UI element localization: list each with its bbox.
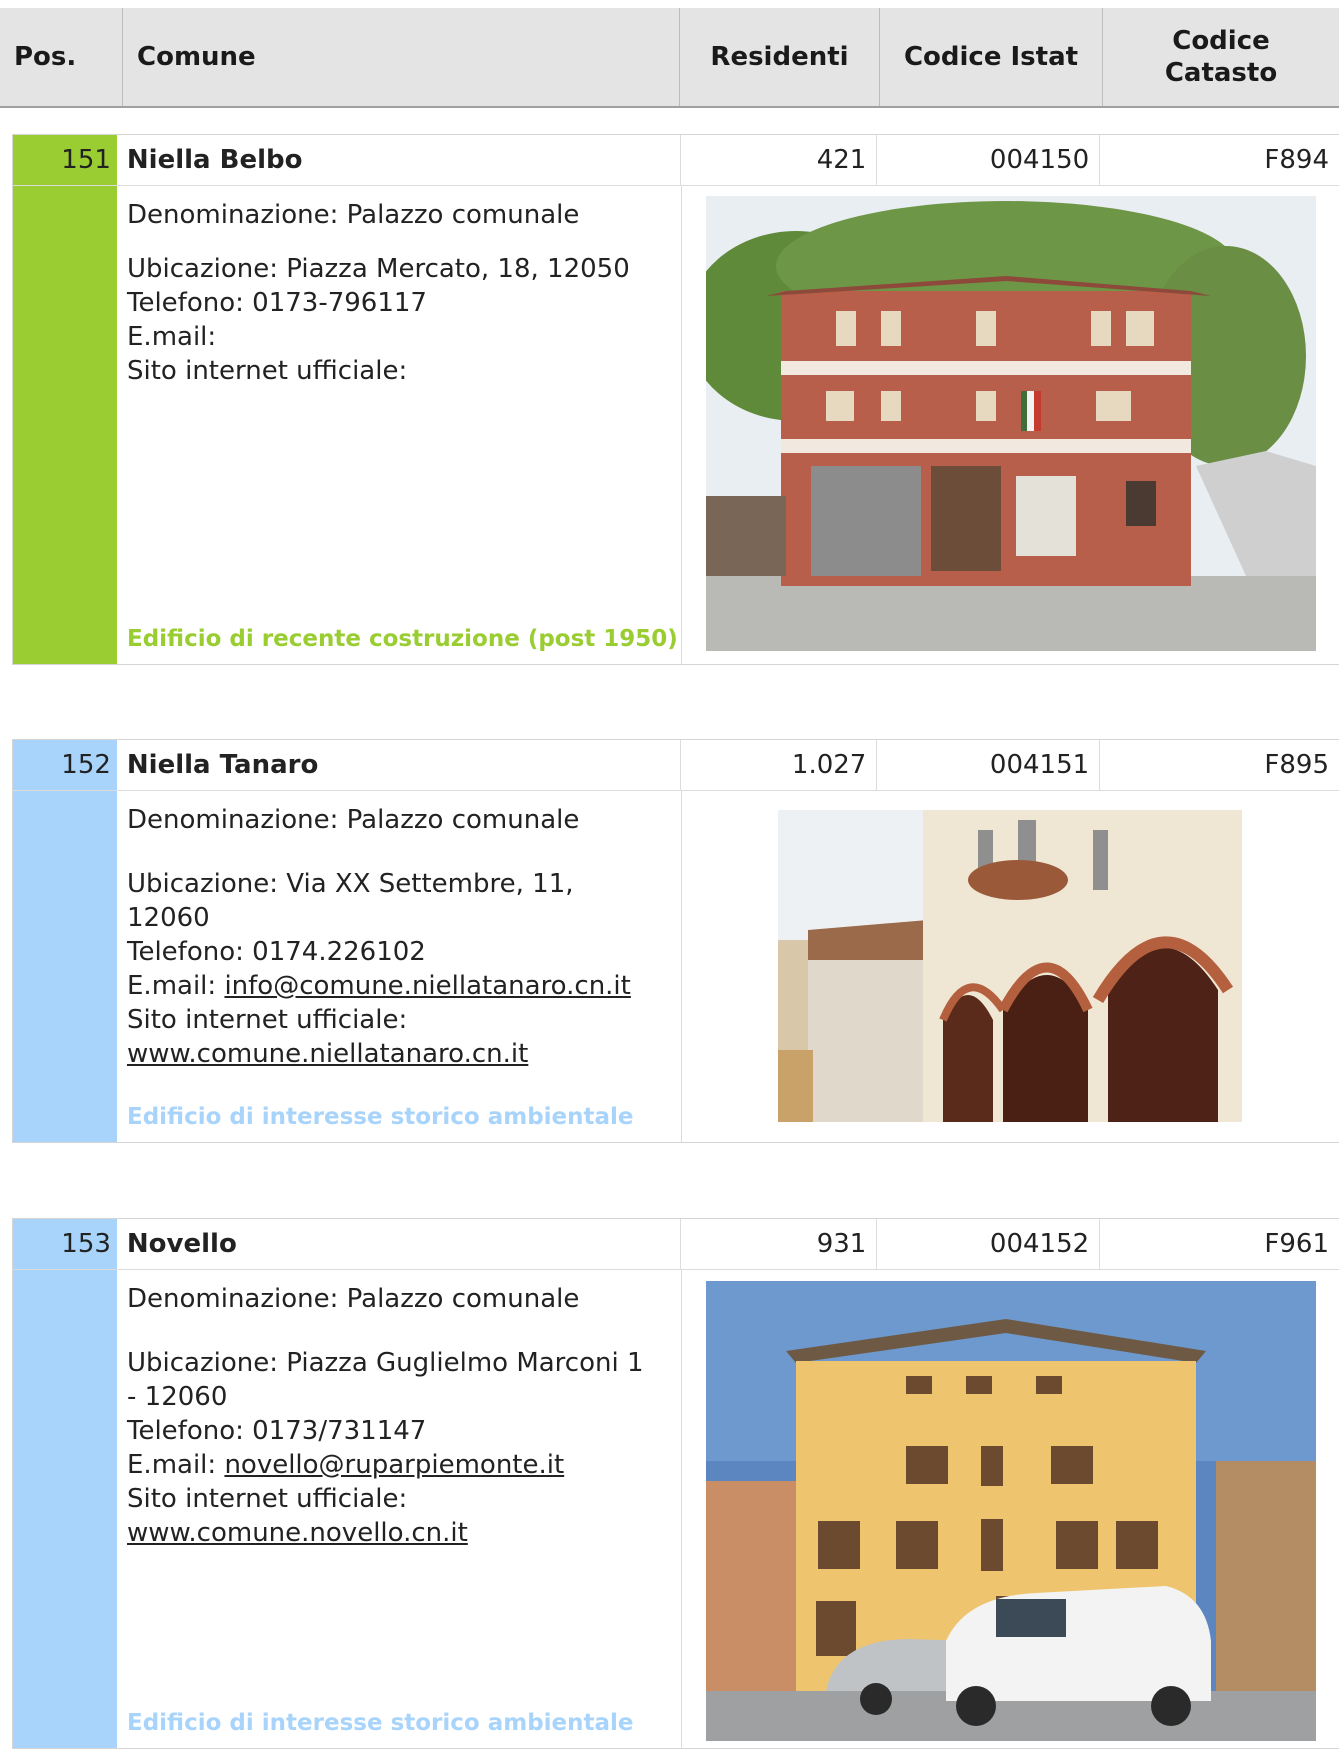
entry-summary-row: 152 Niella Tanaro 1.027 004151 F895 (13, 740, 1339, 791)
entry-name: Novello (117, 1219, 682, 1269)
entry-residenti: 421 (681, 135, 878, 185)
entry-codice-catasto: F894 (1264, 145, 1329, 175)
entry-details: Denominazione: Palazzo comunale Ubicazio… (13, 791, 1339, 1142)
entry-info: Denominazione: Palazzo comunale Ubicazio… (117, 1270, 682, 1748)
category-label: Edificio di interesse storico ambientale (127, 1710, 634, 1736)
entry-info: Denominazione: Palazzo comunale Ubicazio… (117, 791, 682, 1142)
ubicazione-line2: - 12060 (127, 1382, 228, 1412)
ubicazione-line1: Ubicazione: Via XX Settembre, 11, (127, 869, 574, 899)
municipality-entry-151: 151 Niella Belbo 421 004150 F894 Denomin… (12, 134, 1339, 665)
header-codice-catasto-line1: Codice (1172, 26, 1270, 56)
category-color-bar (13, 186, 117, 664)
building-photo-image (706, 196, 1316, 651)
email-label: E.mail: (127, 322, 217, 352)
website-link[interactable]: www.comune.niellatanaro.cn.it (127, 1039, 528, 1069)
header-codice-catasto-line2: Catasto (1164, 58, 1278, 88)
entry-codice-istat: 004152 (877, 1219, 1101, 1269)
municipality-entry-152: 152 Niella Tanaro 1.027 004151 F895 Deno… (12, 739, 1339, 1143)
entry-name: Niella Tanaro (117, 740, 682, 790)
entry-position: 151 (13, 135, 117, 185)
sito-label: Sito internet ufficiale: (127, 1005, 408, 1035)
ubicazione: Ubicazione: Piazza Mercato, 18, 12050 (127, 254, 630, 284)
category-color-bar (13, 791, 117, 1142)
entry-info: Denominazione: Palazzo comunale Ubicazio… (117, 186, 682, 664)
header-codice-catasto: Codice Catasto (1103, 8, 1339, 106)
town-hall-photo (682, 1270, 1339, 1748)
entry-codice-catasto: F961 (1264, 1229, 1329, 1259)
entry-name: Niella Belbo (117, 135, 682, 185)
building-photo-image (778, 810, 1242, 1122)
sito-label: Sito internet ufficiale: (127, 1484, 408, 1514)
town-hall-photo (682, 791, 1339, 1142)
entry-summary-row: 151 Niella Belbo 421 004150 F894 (13, 135, 1339, 186)
telefono: Telefono: 0174.226102 (127, 937, 426, 967)
ubicazione-line1: Ubicazione: Piazza Guglielmo Marconi 1 (127, 1348, 644, 1378)
entry-details: Denominazione: Palazzo comunale Ubicazio… (13, 186, 1339, 664)
email-label: E.mail: (127, 971, 217, 1001)
entry-codice-catasto: F895 (1264, 750, 1329, 780)
municipality-entry-153: 153 Novello 931 004152 F961 Denominazion… (12, 1218, 1339, 1749)
telefono: Telefono: 0173/731147 (127, 1416, 427, 1446)
category-label: Edificio di recente costruzione (post 19… (127, 626, 678, 652)
email-link[interactable]: novello@ruparpiemonte.it (224, 1450, 564, 1480)
ubicazione-line2: 12060 (127, 903, 210, 933)
entry-details: Denominazione: Palazzo comunale Ubicazio… (13, 1270, 1339, 1748)
header-residenti: Residenti (680, 8, 880, 106)
header-comune: Comune (123, 8, 680, 106)
entry-residenti: 1.027 (681, 740, 878, 790)
telefono: Telefono: 0173-796117 (127, 288, 427, 318)
email-link[interactable]: info@comune.niellatanaro.cn.it (224, 971, 630, 1001)
header-pos: Pos. (0, 8, 123, 106)
building-photo-image (706, 1281, 1316, 1741)
entry-codice-istat: 004151 (877, 740, 1101, 790)
category-color-bar (13, 1270, 117, 1748)
entry-residenti: 931 (681, 1219, 878, 1269)
denominazione: Denominazione: Palazzo comunale (127, 805, 580, 835)
denominazione: Denominazione: Palazzo comunale (127, 1284, 580, 1314)
header-codice-istat: Codice Istat (880, 8, 1103, 106)
denominazione: Denominazione: Palazzo comunale (127, 200, 580, 230)
entry-position: 152 (13, 740, 117, 790)
email-label: E.mail: (127, 1450, 217, 1480)
entry-codice-istat: 004150 (877, 135, 1101, 185)
website-link[interactable]: www.comune.novello.cn.it (127, 1518, 468, 1548)
entry-summary-row: 153 Novello 931 004152 F961 (13, 1219, 1339, 1270)
table-header: Pos. Comune Residenti Codice Istat Codic… (0, 8, 1339, 108)
town-hall-photo (682, 186, 1339, 664)
entry-position: 153 (13, 1219, 117, 1269)
sito-label: Sito internet ufficiale: (127, 356, 408, 386)
category-label: Edificio di interesse storico ambientale (127, 1104, 634, 1130)
